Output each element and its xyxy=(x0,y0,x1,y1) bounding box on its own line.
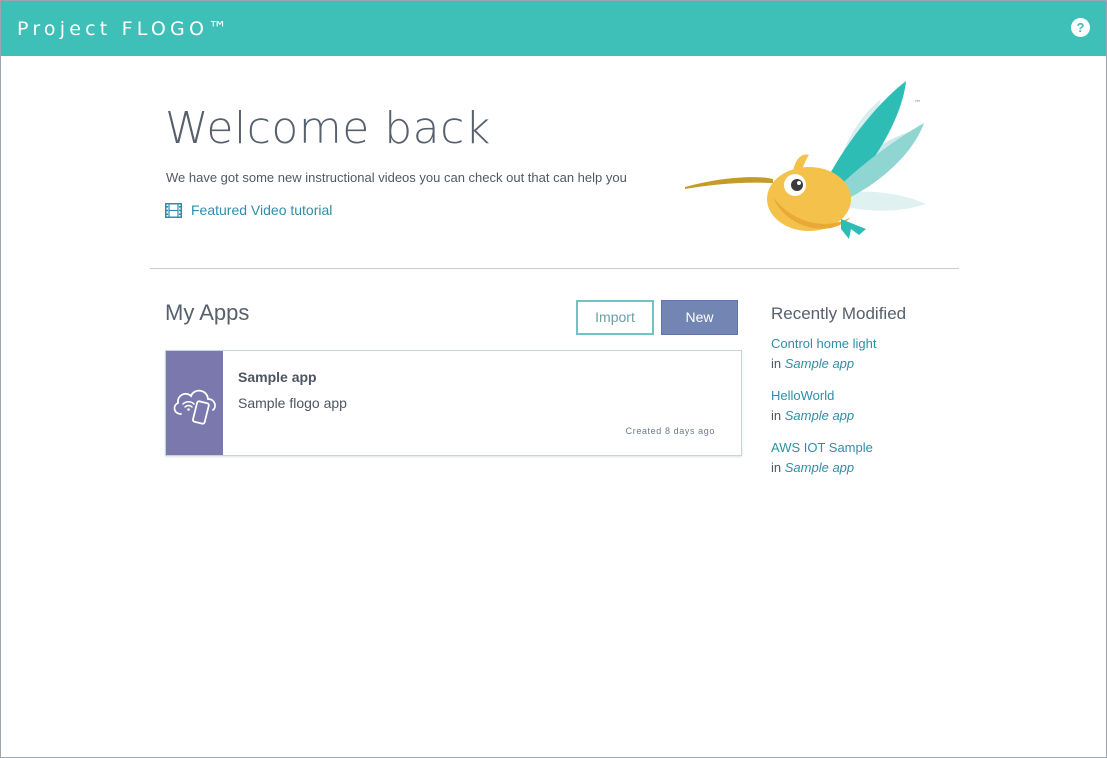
app-name: Sample app xyxy=(238,369,317,385)
app-description: Sample flogo app xyxy=(238,395,347,411)
app-card-sample-app[interactable]: Sample app Sample flogo app Created 8 da… xyxy=(165,350,742,456)
cloud-phone-icon xyxy=(173,389,216,425)
help-icon[interactable]: ? xyxy=(1071,18,1090,37)
recent-app-link[interactable]: Sample app xyxy=(785,356,854,371)
app-window: Project FLOGO™ ? Welcome back We have go… xyxy=(0,0,1107,758)
film-icon xyxy=(165,202,182,218)
recently-modified-title: Recently Modified xyxy=(771,304,907,323)
section-divider xyxy=(150,268,959,269)
my-apps-title: My Apps xyxy=(165,300,250,325)
recent-app-link[interactable]: Sample app xyxy=(785,460,854,475)
recent-app-link[interactable]: Sample app xyxy=(785,408,854,423)
mascot-trademark: ™ xyxy=(914,99,921,107)
recent-in-label: in xyxy=(771,408,782,423)
hummingbird-logo: ™ xyxy=(685,81,926,239)
recent-in-label: in xyxy=(771,356,782,371)
featured-video-link[interactable]: Featured Video tutorial xyxy=(165,202,332,218)
app-thumbnail xyxy=(166,351,223,455)
brand-title: Project FLOGO™ xyxy=(17,18,232,40)
featured-video-label: Featured Video tutorial xyxy=(191,202,333,218)
welcome-title: Welcome back xyxy=(165,103,491,154)
import-button[interactable]: Import xyxy=(576,300,654,335)
top-bar: Project FLOGO™ ? xyxy=(1,1,1106,56)
recent-flow-link[interactable]: Control home light xyxy=(771,334,877,354)
recent-in-label: in xyxy=(771,460,782,475)
recent-flow-link[interactable]: HelloWorld xyxy=(771,386,854,406)
recent-flow-link[interactable]: AWS IOT Sample xyxy=(771,438,873,458)
app-created-date: Created 8 days ago xyxy=(625,426,715,436)
recent-item: AWS IOT Sample in Sample app xyxy=(771,438,873,478)
new-app-button[interactable]: New xyxy=(661,300,738,335)
recent-item: Control home light in Sample app xyxy=(771,334,877,374)
welcome-subtitle: We have got some new instructional video… xyxy=(166,170,627,185)
recent-item: HelloWorld in Sample app xyxy=(771,386,854,426)
